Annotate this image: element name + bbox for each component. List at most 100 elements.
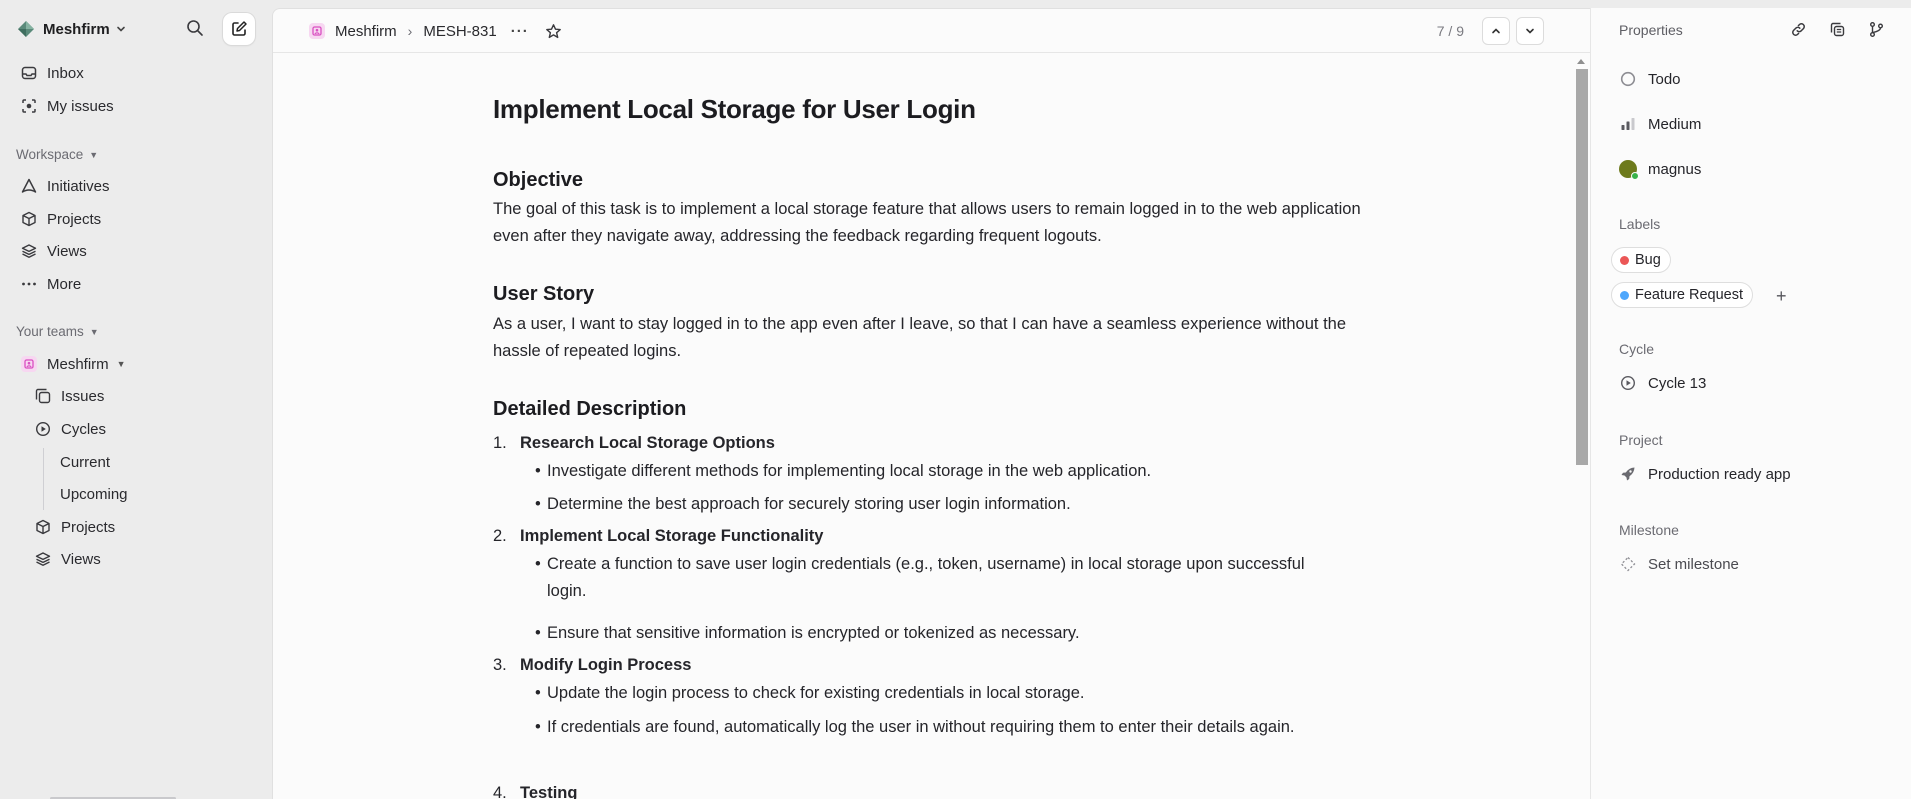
- sidebar-item-label: Cycles: [61, 420, 107, 438]
- workspace-switcher[interactable]: Meshfirm: [16, 14, 256, 44]
- my-issues-icon: [20, 97, 38, 115]
- team-icon: [309, 23, 325, 39]
- rocket-icon: [1619, 465, 1637, 483]
- caret-down-icon: ▼: [116, 359, 126, 369]
- sidebar-item-more[interactable]: More: [12, 269, 260, 299]
- new-issue-button[interactable]: [223, 13, 255, 45]
- list-item: Determine the best approach for securely…: [535, 491, 1325, 518]
- project-property[interactable]: Production ready app: [1619, 462, 1791, 486]
- milestone-value: Set milestone: [1648, 555, 1739, 573]
- sidebar-item-label: My issues: [47, 97, 114, 115]
- workspace-section-toggle[interactable]: Workspace ▼: [16, 147, 98, 162]
- step-title: Research Local Storage Options: [520, 434, 775, 452]
- section-label: Your teams: [16, 324, 84, 339]
- objective-text: The goal of this task is to implement a …: [493, 200, 1361, 245]
- avatar: [1619, 160, 1639, 180]
- sidebar-item-label: Upcoming: [60, 485, 128, 503]
- sidebar-item-current-cycle[interactable]: Current: [52, 447, 260, 477]
- label-name: Bug: [1635, 252, 1661, 268]
- views-icon: [34, 550, 52, 568]
- step-title: Implement Local Storage Functionality: [520, 527, 824, 545]
- sidebar-item-issues[interactable]: Issues: [26, 381, 260, 411]
- list-number: 2.: [493, 527, 507, 545]
- label-color-dot: [1620, 290, 1629, 300]
- issue-pager: 7 / 9: [1437, 9, 1544, 53]
- list-item: Update the login process to check for ex…: [535, 680, 1325, 707]
- user-story-text: As a user, I want to stay logged in to t…: [493, 315, 1347, 360]
- milestone-icon: [1619, 555, 1637, 573]
- copy-id-icon[interactable]: [1829, 21, 1846, 38]
- sidebar-team-meshfirm[interactable]: Meshfirm ▼: [12, 349, 260, 379]
- sidebar-item-upcoming-cycle[interactable]: Upcoming: [52, 479, 260, 509]
- workspace-logo-icon: [16, 19, 36, 39]
- search-icon[interactable]: [186, 19, 204, 37]
- projects-icon: [34, 518, 52, 536]
- sidebar-item-label: Issues: [61, 387, 105, 405]
- issues-icon: [34, 387, 52, 405]
- sidebar-item-my-issues[interactable]: My issues: [12, 91, 260, 121]
- sidebar-item-team-projects[interactable]: Projects: [26, 512, 260, 542]
- issue-main-panel: Meshfirm › MESH-831 ··· 7 / 9 Implement …: [272, 8, 1590, 799]
- detailed-description-heading: Detailed Description: [493, 398, 687, 420]
- sidebar-item-projects[interactable]: Projects: [12, 204, 260, 234]
- properties-actions: [1790, 21, 1885, 38]
- sidebar-item-cycles[interactable]: Cycles: [26, 414, 260, 444]
- status-value: Todo: [1648, 70, 1681, 88]
- breadcrumb-issue-id[interactable]: MESH-831: [423, 23, 496, 40]
- online-indicator: [1631, 172, 1639, 180]
- teams-section-toggle[interactable]: Your teams ▼: [16, 324, 99, 339]
- priority-value: Medium: [1648, 115, 1702, 133]
- sidebar-item-label: Views: [47, 242, 87, 260]
- status-todo-icon: [1619, 70, 1637, 88]
- project-heading: Project: [1619, 432, 1663, 448]
- sidebar-item-initiatives[interactable]: Initiatives: [12, 171, 260, 201]
- step-title: Modify Login Process: [520, 656, 692, 674]
- star-icon[interactable]: [545, 23, 562, 40]
- label-color-dot: [1620, 255, 1629, 265]
- label-name: Feature Request: [1635, 287, 1744, 303]
- more-options-icon[interactable]: ···: [511, 23, 529, 40]
- pager-count: 7 / 9: [1436, 23, 1464, 39]
- milestone-property[interactable]: Set milestone: [1619, 552, 1739, 576]
- list-item: If credentials are found, automatically …: [535, 714, 1325, 741]
- inbox-icon: [20, 64, 38, 82]
- compose-icon: [230, 20, 248, 38]
- assignee-value: magnus: [1648, 160, 1702, 178]
- sidebar-item-inbox[interactable]: Inbox: [12, 58, 260, 88]
- assignee-property[interactable]: magnus: [1619, 157, 1701, 181]
- workspace-name: Meshfirm: [43, 20, 110, 38]
- priority-property[interactable]: Medium: [1619, 112, 1701, 136]
- scrollbar-thumb[interactable]: [1576, 69, 1588, 465]
- cycles-icon: [34, 420, 52, 438]
- next-issue-button[interactable]: [1516, 17, 1544, 45]
- properties-panel: Properties Todo Medium magnus Labels Bug: [1590, 8, 1911, 799]
- label-chip-feature-request[interactable]: Feature Request: [1611, 282, 1754, 308]
- properties-heading: Properties: [1619, 22, 1683, 38]
- team-icon: [20, 355, 38, 373]
- breadcrumb: Meshfirm › MESH-831 ···: [309, 9, 562, 53]
- milestone-heading: Milestone: [1619, 522, 1679, 538]
- objective-heading: Objective: [493, 169, 584, 191]
- more-icon: [20, 275, 38, 293]
- scroll-up-arrow-icon[interactable]: [1577, 59, 1585, 64]
- status-property[interactable]: Todo: [1619, 67, 1681, 91]
- sidebar-item-label: Current: [60, 453, 111, 471]
- list-item: Investigate different methods for implem…: [535, 458, 1325, 485]
- chevron-right-icon: ›: [407, 23, 413, 39]
- cycle-value: Cycle 13: [1648, 374, 1707, 392]
- previous-issue-button[interactable]: [1482, 17, 1510, 45]
- issue-title[interactable]: Implement Local Storage for User Login: [493, 94, 976, 125]
- sidebar-item-team-views[interactable]: Views: [26, 544, 260, 574]
- projects-icon: [20, 210, 38, 228]
- sidebar-item-views[interactable]: Views: [12, 236, 260, 266]
- list-item: Create a function to save user login cre…: [535, 551, 1325, 605]
- git-branch-icon[interactable]: [1868, 21, 1885, 38]
- user-story-heading: User Story: [493, 283, 595, 305]
- caret-down-icon: ▼: [89, 326, 99, 337]
- label-chip-bug[interactable]: Bug: [1611, 247, 1671, 273]
- copy-link-icon[interactable]: [1790, 21, 1807, 38]
- chevron-down-icon: [115, 23, 127, 35]
- cycle-property[interactable]: Cycle 13: [1619, 371, 1706, 395]
- breadcrumb-team[interactable]: Meshfirm: [335, 23, 397, 40]
- add-label-icon[interactable]: +: [1776, 286, 1787, 307]
